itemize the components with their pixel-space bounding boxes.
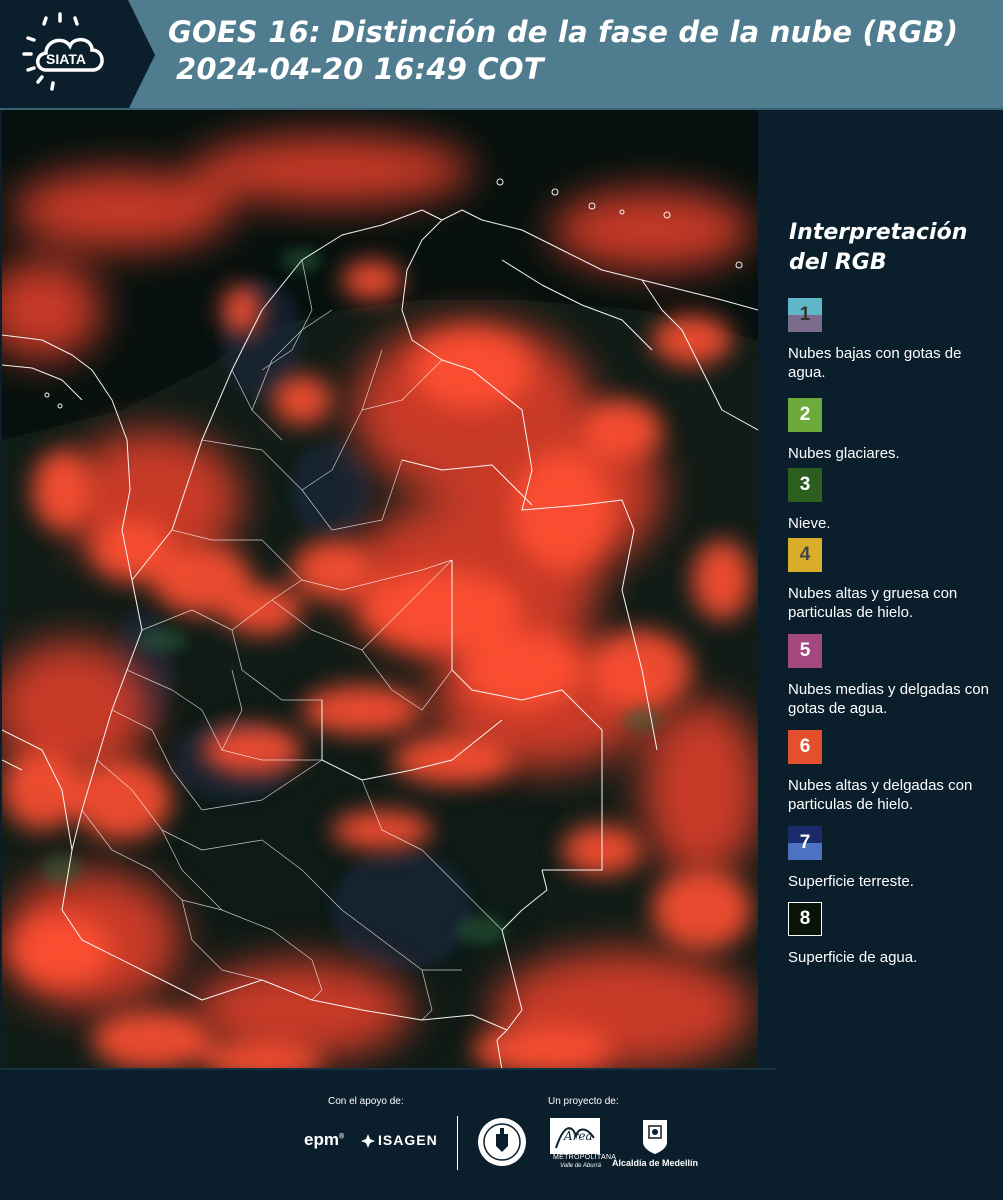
legend-swatch-5: 5 [788,634,822,668]
footer-bar: Con el apoyo de: Un proyecto de: epm® IS… [0,1070,1003,1200]
legend-swatch-8: 8 [788,902,822,936]
legend-number: 2 [799,404,811,425]
legend-label: Nubes glaciares. [788,445,900,462]
legend-label: Superficie terreste. [788,873,914,890]
legend-item-2: 2 Nubes glaciares. [788,398,1000,463]
title-line-2: 2024-04-20 16:49 COT [176,52,544,86]
legend-item-6: 6 Nubes altas y delgadas con particulas d… [788,730,1000,814]
legend-label: Nubes altas y delgadas con particulas de… [788,777,973,813]
isagen-icon [361,1134,375,1148]
legend-item-7: 7 Superficie terreste. [788,826,1000,891]
legend-number: 4 [799,544,811,565]
header-bar: SIATA GOES 16: Distinción de la fase de … [0,0,1003,110]
support-label: Con el apoyo de: [328,1096,404,1107]
legend-number: 7 [799,832,811,853]
legend-item-5: 5 Nubes medias y delgadas con gotas de ag… [788,634,1000,718]
satellite-map[interactable] [2,110,758,1070]
valle-aburra-text: Valle de Aburrá [560,1163,601,1169]
area-metropolitana-logo[interactable]: Área [550,1118,600,1154]
legend-label: Nieve. [788,515,831,532]
goes16-rgb-image [2,110,758,1070]
alcaldia-medellin-shield-icon[interactable] [640,1118,670,1156]
legend-number: 3 [799,474,811,495]
legend-swatch-3: 3 [788,468,822,502]
legend-swatch-4: 4 [788,538,822,572]
legend-swatch-6: 6 [788,730,822,764]
legend-title: Interpretación del RGB [789,218,967,278]
legend-swatch-7: 7 [788,826,822,860]
epm-logo-text: epm [304,1130,339,1149]
legend-number: 5 [799,640,811,661]
alcaldia-medellin-text: Alcaldía de Medellín [612,1158,699,1168]
siata-logo[interactable]: SIATA [0,0,155,110]
footer-divider [457,1116,458,1170]
project-label: Un proyecto de: [548,1096,619,1107]
legend-title-line-2: del RGB [789,250,887,275]
legend-item-3: 3 Nieve. [788,468,1000,533]
legend-label: Nubes medias y delgadas con gotas de agu… [788,681,989,717]
page-title: GOES 16: Distinción de la fase de la nub… [168,14,988,88]
legend-number: 6 [799,736,811,757]
legend-number: 1 [799,304,811,325]
legend-number: 8 [799,908,811,929]
legend-label: Superficie de agua. [788,949,918,966]
medellin-seal-icon[interactable] [476,1116,528,1168]
siata-logo-text: SIATA [46,51,86,67]
legend-title-line-1: Interpretación [789,220,968,245]
rgb-legend: Interpretación del RGB 1 Nubes bajas con … [760,110,1003,1070]
legend-swatch-2: 2 [788,398,822,432]
siata-logo-icon: SIATA [0,0,155,110]
legend-label: Nubes altas y gruesa con particulas de h… [788,585,958,621]
legend-item-4: 4 Nubes altas y gruesa con particulas de … [788,538,1000,622]
legend-item-1: 1 Nubes bajas con gotas de agua. [788,298,1000,382]
epm-logo[interactable]: epm® [304,1130,344,1150]
legend-swatch-1: 1 [788,298,822,332]
legend-item-8: 8 Superficie de agua. [788,902,1000,967]
isagen-logo[interactable]: ISAGEN [378,1132,438,1148]
title-line-1: GOES 16: Distinción de la fase de la nub… [168,15,959,49]
legend-label: Nubes bajas con gotas de agua. [788,345,962,381]
area-metropolitana-text: METROPOLITANA [553,1154,617,1161]
svg-text:Área: Área [563,1128,593,1143]
